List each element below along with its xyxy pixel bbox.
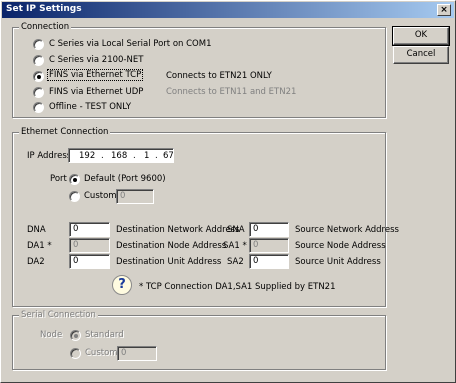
radio-fins-ethernet-udp[interactable] <box>33 87 44 98</box>
sa1-input[interactable]: 0 <box>249 238 289 253</box>
connection-group: Connection C Series via Local Serial Por… <box>12 22 386 118</box>
radio-c-series-2100-net[interactable] <box>33 55 44 66</box>
ip-octet-4: 67 <box>163 151 174 161</box>
label-serial-standard: Standard <box>85 330 124 340</box>
ip-dot-3: . <box>155 151 158 161</box>
radio-fins-ethernet-tcp[interactable] <box>33 71 44 82</box>
ip-dot-2: . <box>133 151 136 161</box>
da1-input[interactable]: 0 <box>69 238 110 253</box>
label-serial-custom: Custom <box>85 348 118 358</box>
ip-octet-3: 1 <box>144 151 150 161</box>
dna-label: DNA <box>27 225 46 235</box>
label-fins-ethernet-tcp: FINS via Ethernet TCP <box>46 69 144 81</box>
da1-description: Destination Node Address <box>116 241 227 251</box>
radio-serial-custom[interactable] <box>70 348 81 359</box>
udp-note: Connects to ETN11 and ETN21 <box>166 87 297 97</box>
radio-serial-standard[interactable] <box>70 330 81 341</box>
radio-port-default[interactable] <box>69 174 80 185</box>
radio-port-custom[interactable] <box>69 191 80 202</box>
help-question-icon: ? <box>112 275 132 295</box>
sna-label: SNA <box>227 225 245 235</box>
da2-input[interactable]: 0 <box>69 254 110 269</box>
ethernet-connection-group: Ethernet Connection IP Address 192 . 168… <box>12 127 399 307</box>
label-offline-test: Offline - TEST ONLY <box>49 102 132 112</box>
label-fins-ethernet-udp: FINS via Ethernet UDP <box>49 87 144 97</box>
ip-address-input[interactable]: 192 . 168 . 1 . 67 <box>68 148 174 163</box>
port-custom-input[interactable]: 0 <box>116 189 154 204</box>
set-ip-settings-dialog: Set IP Settings × OK Cancel Connection C… <box>0 0 456 383</box>
sa2-input[interactable]: 0 <box>249 254 289 269</box>
tcp-footnote: * TCP Connection DA1,SA1 Supplied by ETN… <box>139 282 336 292</box>
serial-custom-input[interactable]: 0 <box>117 346 157 361</box>
title-bar: Set IP Settings × <box>2 2 454 18</box>
da2-description: Destination Unit Address <box>116 257 222 267</box>
sa2-description: Source Unit Address <box>295 257 381 267</box>
serial-legend: Serial Connection <box>19 310 98 320</box>
label-c-series-serial: C Series via Local Serial Port on COM1 <box>49 39 212 49</box>
window-title: Set IP Settings <box>6 4 82 14</box>
close-button[interactable]: × <box>437 4 451 16</box>
dna-input[interactable]: 0 <box>69 222 110 237</box>
da2-label: DA2 <box>27 257 45 267</box>
dna-description: Destination Network Address <box>116 225 240 235</box>
ip-dot-1: . <box>101 151 104 161</box>
ip-octet-1: 192 <box>79 151 96 161</box>
sa1-label: SA1 * <box>223 241 247 251</box>
tcp-note: Connects to ETN21 ONLY <box>166 71 272 81</box>
label-c-series-2100-net: C Series via 2100-NET <box>49 55 144 65</box>
ethernet-legend: Ethernet Connection <box>19 127 111 137</box>
label-port-custom: Custom <box>84 191 117 201</box>
sa1-description: Source Node Address <box>295 241 386 251</box>
serial-connection-group: Serial Connection Node Standard Custom 0 <box>12 310 386 370</box>
sna-description: Source Network Address <box>295 225 399 235</box>
ok-button[interactable]: OK <box>392 26 450 46</box>
label-port-default: Default (Port 9600) <box>84 174 166 184</box>
da1-label: DA1 * <box>27 241 52 251</box>
radio-c-series-serial[interactable] <box>33 39 44 50</box>
port-label: Port <box>50 174 67 184</box>
sa2-label: SA2 <box>227 257 244 267</box>
serial-node-label: Node <box>40 330 63 340</box>
radio-offline-test[interactable] <box>33 102 44 113</box>
cancel-button[interactable]: Cancel <box>393 46 449 64</box>
connection-legend: Connection <box>19 22 72 32</box>
sna-input[interactable]: 0 <box>249 222 289 237</box>
ip-octet-2: 168 <box>111 151 128 161</box>
ip-address-label: IP Address <box>27 151 72 161</box>
